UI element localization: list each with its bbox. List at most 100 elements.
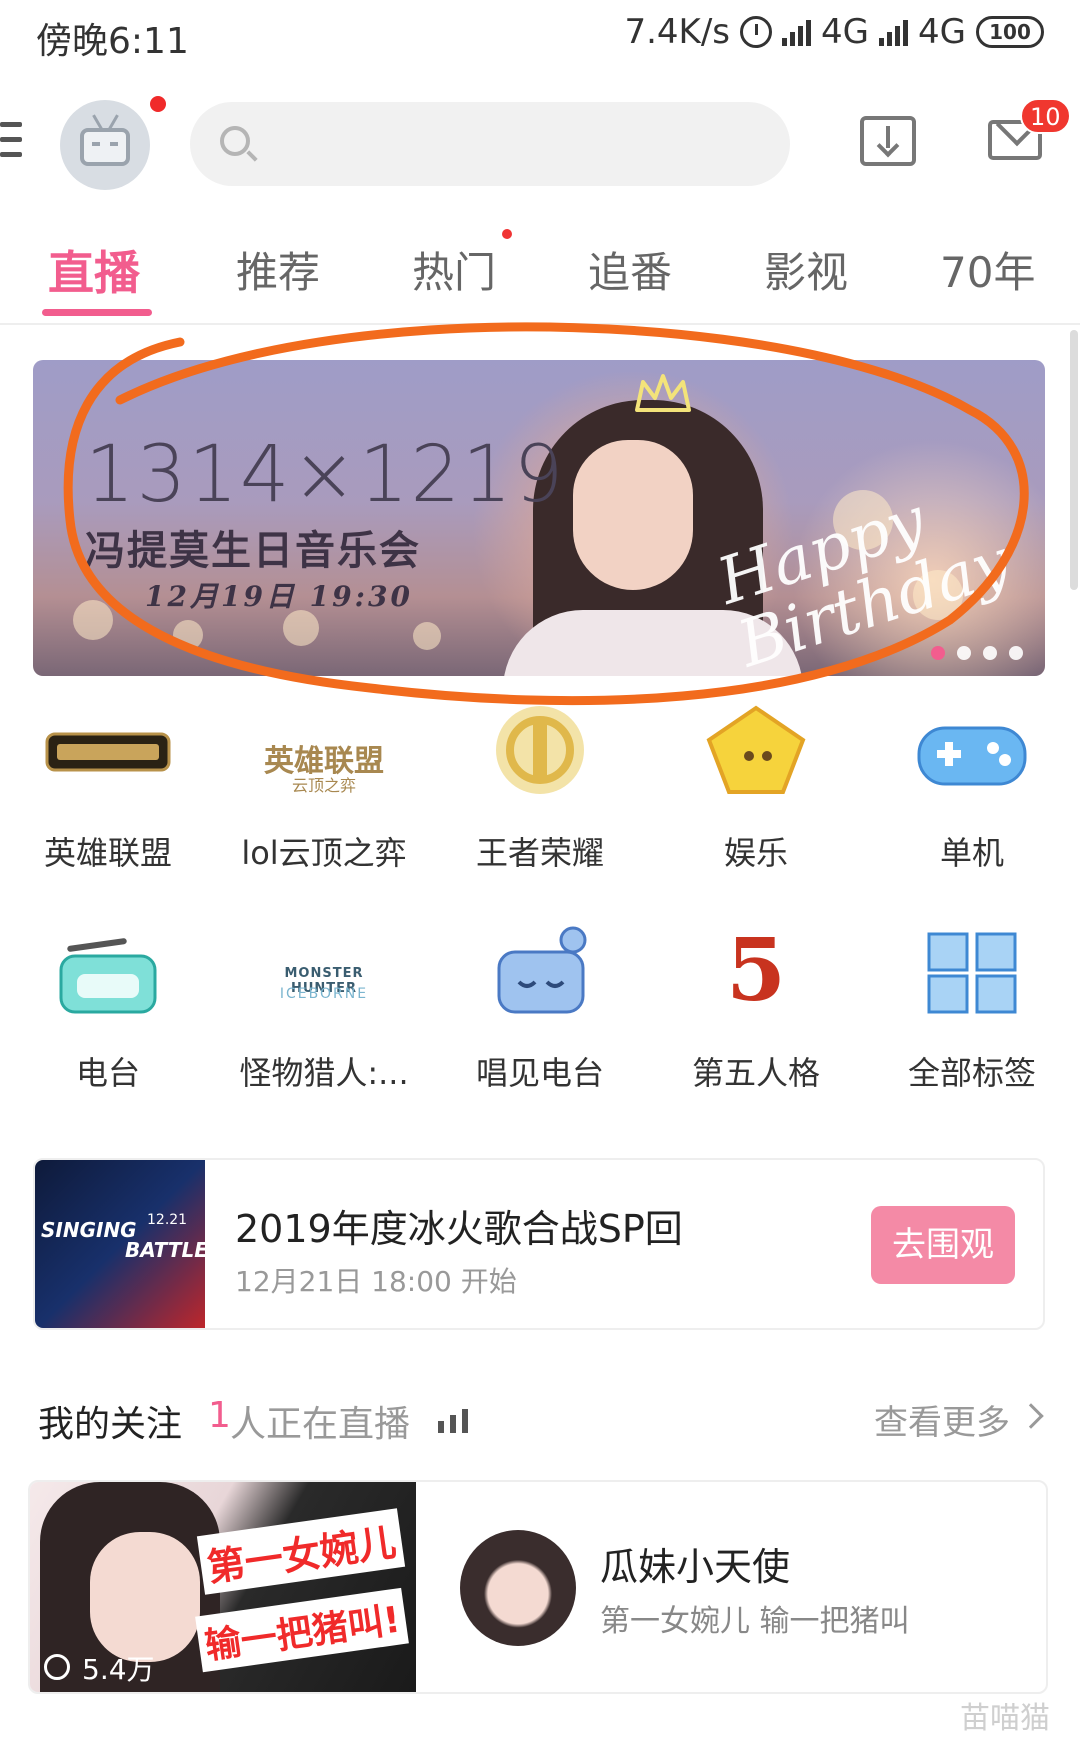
category-identity-v[interactable]: 5 第五人格 xyxy=(648,920,864,1094)
viewers-icon xyxy=(44,1654,70,1680)
scrollbar[interactable] xyxy=(1070,330,1078,590)
live-stream-card[interactable]: 第一女婉儿 输一把猪叫! 5.4万 瓜妹小天使 第一女婉儿 输一把猪叫 xyxy=(28,1480,1048,1694)
menu-icon[interactable] xyxy=(0,122,22,162)
monster-hunter-icon: MONSTER HUNTER ICEBORNE xyxy=(259,920,389,1020)
follow-live-count: 1 xyxy=(208,1395,231,1436)
entertainment-icon xyxy=(691,700,821,800)
identity-v-icon: 5 xyxy=(691,920,821,1021)
live-bars-icon xyxy=(438,1409,472,1433)
all-tags-icon xyxy=(907,920,1037,1020)
thumb-caption: 第一女婉儿 xyxy=(196,1508,406,1595)
avatar-notification-dot xyxy=(150,96,166,112)
follow-live-status: 人正在直播 xyxy=(230,1404,411,1445)
status-time: 傍晚6:11 xyxy=(36,21,189,62)
event-thumbnail: SINGING BATTLE 12.21 xyxy=(35,1160,208,1328)
tab-live[interactable]: 直播 xyxy=(48,237,140,303)
mail-badge: 10 xyxy=(1020,98,1071,134)
category-radio[interactable]: 电台 xyxy=(0,920,216,1094)
honor-of-kings-icon xyxy=(475,700,605,800)
category-label: 全部标签 xyxy=(907,1054,1036,1092)
follow-section-header: 我的关注 1 人正在直播 查看更多 xyxy=(38,1395,1048,1445)
category-lol[interactable]: 英雄联盟 xyxy=(0,700,216,874)
singing-radio-icon xyxy=(475,920,605,1020)
event-time: 12月21日 18:00 开始 xyxy=(235,1265,517,1298)
category-entertainment[interactable]: 娱乐 xyxy=(648,700,864,874)
app-header: 10 xyxy=(0,80,1080,200)
streamer-avatar[interactable] xyxy=(460,1530,576,1646)
bokeh-light xyxy=(413,622,441,650)
streamer-name: 瓜妹小天使 xyxy=(600,1545,791,1589)
download-icon[interactable] xyxy=(860,116,916,166)
banner-person-face xyxy=(573,440,693,590)
tab-active-indicator xyxy=(42,309,152,316)
category-label: 第五人格 xyxy=(691,1054,820,1092)
search-input[interactable] xyxy=(190,102,790,186)
watermark: 苗喵猫 xyxy=(960,1701,1050,1736)
category-honor-of-kings[interactable]: 王者荣耀 xyxy=(432,700,648,874)
mh-logo-sub: ICEBORNE xyxy=(279,986,369,1002)
banner-title: 1314×1219 xyxy=(85,430,566,520)
identity-v-logo: 5 xyxy=(726,920,786,1021)
category-label: 电台 xyxy=(75,1054,140,1092)
event-thumb-text: BATTLE xyxy=(125,1238,208,1262)
category-label: 单机 xyxy=(939,834,1004,872)
category-label: 怪物猎人:... xyxy=(239,1054,409,1092)
category-label: 唱见电台 xyxy=(475,1054,604,1092)
stream-thumbnail[interactable]: 第一女婉儿 输一把猪叫! 5.4万 xyxy=(30,1482,416,1692)
carousel-pager xyxy=(931,646,1023,660)
bokeh-light xyxy=(283,610,319,646)
banner-date: 12月19日 19:30 xyxy=(145,580,413,613)
tab-hot-dot xyxy=(502,229,512,239)
tab-movies[interactable]: 影视 xyxy=(764,239,848,300)
avatar[interactable] xyxy=(60,100,150,190)
signal-icon xyxy=(782,18,812,46)
tab-hot[interactable]: 热门 xyxy=(412,239,496,300)
crown-icon xyxy=(635,374,691,412)
search-icon xyxy=(220,126,250,156)
thumb-caption: 输一把猪叫! xyxy=(195,1587,410,1673)
gamepad-icon xyxy=(907,700,1037,800)
bokeh-light xyxy=(73,600,113,640)
category-singing-radio[interactable]: 唱见电台 xyxy=(432,920,648,1094)
tab-recommend[interactable]: 推荐 xyxy=(236,239,320,300)
room-title: 第一女婉儿 输一把猪叫 xyxy=(600,1604,910,1639)
status-bar: 傍晚6:11 7.4K/s 4G 4G 100 xyxy=(0,0,1080,70)
category-label: 王者荣耀 xyxy=(475,834,604,872)
pager-dot[interactable] xyxy=(957,646,971,660)
category-single-player[interactable]: 单机 xyxy=(864,700,1080,874)
chevron-right-icon[interactable] xyxy=(1018,1403,1044,1429)
banner-carousel[interactable]: 1314×1219 冯提莫生日音乐会 12月19日 19:30 Happy Bi… xyxy=(33,360,1045,676)
view-more-link[interactable]: 查看更多 xyxy=(874,1395,1010,1444)
pager-dot-active[interactable] xyxy=(931,646,945,660)
tft-logo-icon: 英雄联盟 云顶之弈 xyxy=(259,700,389,800)
pager-dot[interactable] xyxy=(1009,646,1023,660)
tab-bar: 直播 推荐 热门 追番 影视 70年 xyxy=(0,225,1080,325)
signal-icon-2 xyxy=(879,18,909,46)
alarm-icon xyxy=(740,16,773,48)
event-thumb-date: 12.21 xyxy=(147,1212,188,1228)
network-type-1: 4G xyxy=(821,12,870,52)
banner-subtitle: 冯提莫生日音乐会 xyxy=(85,527,421,574)
category-all-tags[interactable]: 全部标签 xyxy=(864,920,1080,1094)
pager-dot[interactable] xyxy=(983,646,997,660)
thumb-person-face xyxy=(90,1532,200,1662)
viewer-count: 5.4万 xyxy=(82,1653,155,1686)
category-label: 英雄联盟 xyxy=(43,834,172,872)
lol-logo-icon xyxy=(43,700,173,800)
category-label: lol云顶之弈 xyxy=(241,834,407,872)
event-title: 2019年度冰火歌合战SP回 xyxy=(235,1207,683,1251)
category-monster-hunter[interactable]: MONSTER HUNTER ICEBORNE 怪物猎人:... xyxy=(216,920,432,1094)
category-tft[interactable]: 英雄联盟 云顶之弈 lol云顶之弈 xyxy=(216,700,432,874)
event-thumb-text: SINGING xyxy=(41,1218,137,1242)
net-speed: 7.4K/s xyxy=(624,12,731,52)
event-card[interactable]: SINGING BATTLE 12.21 2019年度冰火歌合战SP回 12月2… xyxy=(33,1158,1045,1330)
radio-icon xyxy=(43,920,173,1020)
battery-icon: 100 xyxy=(976,16,1044,48)
watch-event-button[interactable]: 去围观 xyxy=(871,1206,1015,1284)
tab-anime[interactable]: 追番 xyxy=(588,239,672,300)
category-label: 娱乐 xyxy=(723,834,788,872)
status-icons: 7.4K/s 4G 4G 100 xyxy=(624,12,1044,52)
network-type-2: 4G xyxy=(918,12,966,52)
bokeh-light xyxy=(173,620,203,650)
tab-70-years[interactable]: 70年 xyxy=(940,239,1035,300)
